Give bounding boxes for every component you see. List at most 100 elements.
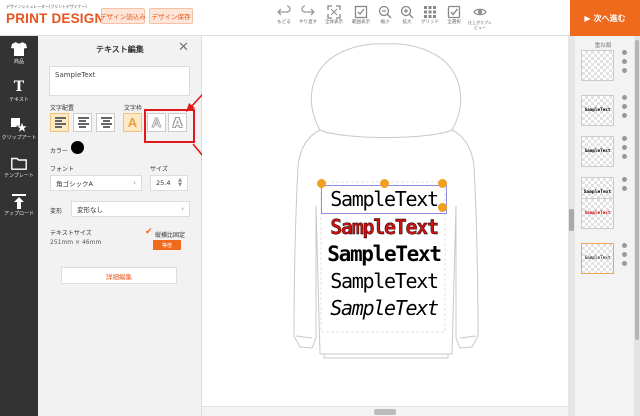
left-navigation: 商品 T テキスト クリップアート テンプレート アップロード bbox=[0, 36, 38, 416]
top-toolbar: デザインシミュレーター(プリントデザイナー) PRINT DESIGNER デザ… bbox=[0, 0, 640, 36]
logo-subtitle: デザインシミュレーター(プリントデザイナー) bbox=[6, 4, 87, 9]
layer-actions[interactable] bbox=[622, 95, 630, 122]
zoom-out-icon bbox=[378, 5, 392, 19]
nav-item-clipart[interactable]: クリップアート bbox=[0, 112, 38, 150]
text-content-input[interactable]: SampleText bbox=[49, 66, 190, 96]
layer-panel: 重ね順 SampleText SampleText SampleText Sam… bbox=[575, 36, 640, 416]
nav-label-product: 商品 bbox=[13, 59, 24, 65]
layer-actions[interactable] bbox=[622, 50, 630, 77]
rotate-handle-icon[interactable] bbox=[438, 179, 447, 188]
canvas-text-line[interactable]: SampleText bbox=[321, 185, 447, 214]
scroll-thumb[interactable] bbox=[635, 40, 639, 340]
layer-scrollbar[interactable] bbox=[634, 36, 640, 416]
vertical-scrollbar[interactable] bbox=[568, 36, 575, 416]
layer-actions[interactable] bbox=[622, 177, 630, 195]
layer-thumbnail[interactable]: SampleText bbox=[581, 136, 614, 167]
text-style-normal-button[interactable]: A bbox=[123, 113, 142, 132]
nav-label-clipart: クリップアート bbox=[1, 135, 37, 141]
scroll-thumb[interactable] bbox=[569, 209, 574, 231]
next-step-button[interactable]: ▶ 次へ進む bbox=[570, 0, 640, 36]
nav-label-upload: アップロード bbox=[3, 211, 34, 217]
folder-icon bbox=[11, 157, 27, 170]
edit-handle-icon[interactable] bbox=[380, 179, 389, 188]
fit-all-label: 全体表示 bbox=[325, 20, 343, 25]
design-canvas[interactable]: SampleText SampleText SampleText SampleT… bbox=[202, 36, 568, 406]
redo-icon bbox=[301, 5, 315, 16]
layer-thumbnail[interactable]: SampleText bbox=[581, 198, 614, 229]
layer-thumbnail[interactable]: SampleText bbox=[581, 95, 614, 126]
font-label: フォント bbox=[50, 166, 75, 173]
load-design-button[interactable]: デザイン読込み bbox=[100, 8, 146, 24]
fit-all-tool[interactable]: 全体表示 bbox=[320, 3, 348, 33]
align-right-button[interactable] bbox=[96, 113, 115, 132]
logo-title: PRINT DESIGNER bbox=[6, 11, 124, 26]
delete-handle-icon[interactable] bbox=[317, 179, 326, 188]
layer-label: SampleText bbox=[583, 190, 612, 195]
canvas-text-line[interactable]: SampleText bbox=[321, 268, 447, 295]
undo-icon bbox=[277, 5, 291, 16]
close-icon[interactable]: ✕ bbox=[178, 41, 189, 54]
layer-thumbnail-selected[interactable]: SampleText bbox=[581, 243, 614, 274]
nav-item-text[interactable]: T テキスト bbox=[0, 74, 38, 112]
arrow-right-icon: ▶ bbox=[584, 13, 591, 23]
nav-item-product[interactable]: 商品 bbox=[0, 36, 38, 74]
select-all-label: 全選択 bbox=[447, 20, 461, 25]
detail-edit-button[interactable]: 詳細編集 bbox=[61, 267, 177, 284]
panel-title: テキスト編集 bbox=[96, 45, 144, 54]
scroll-thumb[interactable] bbox=[374, 409, 396, 415]
nav-item-upload[interactable]: アップロード bbox=[0, 188, 38, 226]
layer-label: SampleText bbox=[584, 108, 611, 113]
layer-label: SampleText bbox=[584, 211, 611, 216]
transform-label: 変形 bbox=[50, 208, 63, 215]
text-size-value: 251mm × 46mm bbox=[50, 239, 102, 246]
clipart-icon bbox=[10, 117, 28, 133]
redo-label: やり直す bbox=[299, 20, 317, 25]
chevron-right-icon: › bbox=[133, 179, 136, 187]
fit-all-icon bbox=[327, 5, 341, 19]
nav-item-template[interactable]: テンプレート bbox=[0, 150, 38, 188]
nav-label-template: テンプレート bbox=[4, 173, 34, 179]
layer-actions[interactable] bbox=[622, 243, 630, 270]
canvas-text-line[interactable]: SampleText bbox=[321, 214, 447, 241]
align-center-button[interactable] bbox=[73, 113, 92, 132]
transform-value: 変形なし bbox=[77, 206, 103, 214]
layer-thumbnail[interactable] bbox=[581, 50, 614, 81]
color-label: カラー bbox=[50, 148, 69, 155]
canvas-text-line[interactable]: SampleText bbox=[321, 295, 447, 322]
range-view-icon bbox=[354, 5, 368, 19]
select-all-icon bbox=[447, 5, 461, 19]
text-edit-panel: テキスト編集 ✕ SampleText 文字配置 文字枠 A A A カラー フ… bbox=[38, 36, 202, 416]
preview-tool[interactable]: 仕上がりプレビュー bbox=[465, 3, 495, 33]
zoom-in-icon bbox=[400, 5, 414, 19]
select-all-tool[interactable]: 全選択 bbox=[440, 3, 468, 33]
layer-actions[interactable] bbox=[622, 136, 630, 163]
equal-scale-button[interactable]: 等倍 bbox=[153, 240, 181, 250]
layer-label: SampleText bbox=[584, 256, 611, 261]
size-label: サイズ bbox=[150, 166, 168, 173]
redo-tool[interactable]: やり直す bbox=[294, 3, 322, 33]
lock-ratio-checkbox[interactable]: ✔ bbox=[145, 227, 153, 237]
text-size-label: テキストサイズ bbox=[50, 230, 92, 237]
font-select[interactable]: 角ゴシックA › bbox=[50, 175, 142, 191]
transform-select[interactable]: 変形なし › bbox=[71, 201, 190, 217]
print-designer-app: デザインシミュレーター(プリントデザイナー) PRINT DESIGNER デザ… bbox=[0, 0, 640, 416]
align-left-button[interactable] bbox=[50, 113, 69, 132]
horizontal-scrollbar[interactable] bbox=[202, 406, 568, 416]
app-logo[interactable]: デザインシミュレーター(プリントデザイナー) PRINT DESIGNER bbox=[6, 4, 124, 32]
text-icon: T bbox=[13, 79, 25, 95]
eye-icon bbox=[473, 8, 487, 16]
canvas-text-line[interactable]: SampleText bbox=[321, 241, 447, 268]
chevron-right-icon: › bbox=[181, 205, 184, 213]
save-design-button[interactable]: デザイン保存 bbox=[149, 8, 193, 24]
color-swatch[interactable] bbox=[71, 141, 84, 154]
resize-handle-icon[interactable] bbox=[438, 203, 447, 212]
layer-panel-title: 重ね順 bbox=[594, 43, 612, 49]
text-style-label: 文字枠 bbox=[124, 105, 143, 112]
shirt-icon bbox=[11, 42, 27, 56]
layer-label: SampleText bbox=[584, 149, 611, 154]
alignment-label: 文字配置 bbox=[50, 105, 75, 112]
nav-label-text: テキスト bbox=[9, 97, 29, 103]
upload-icon bbox=[12, 193, 26, 209]
font-value: 角ゴシックA bbox=[56, 180, 93, 188]
grid-icon bbox=[424, 6, 436, 18]
